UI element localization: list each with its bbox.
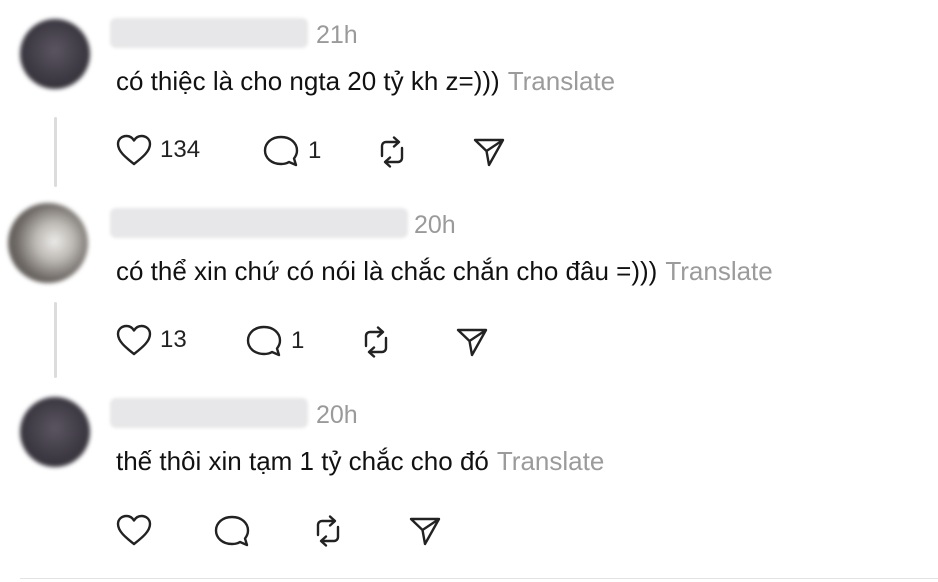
comment-body: có thiệc là cho ngta 20 tỷ kh z=))): [116, 66, 500, 96]
heart-icon: [116, 514, 152, 546]
avatar[interactable]: [20, 19, 90, 89]
like-button[interactable]: [116, 514, 152, 546]
reply-count: 1: [308, 137, 322, 164]
timestamp: 21h: [316, 21, 358, 49]
comment-bubble-icon: [245, 324, 283, 358]
timestamp: 20h: [414, 211, 456, 239]
share-button[interactable]: [408, 515, 442, 547]
share-button[interactable]: [455, 326, 489, 358]
comment-3: 20h thế thôi xin tạm 1 tỷ chắc cho đó Tra…: [0, 380, 938, 578]
like-count: 13: [160, 326, 187, 353]
reply-button[interactable]: [213, 514, 251, 548]
reply-count: 1: [291, 327, 305, 354]
avatar[interactable]: [8, 203, 88, 283]
translate-link[interactable]: Translate: [665, 256, 772, 286]
translate-link[interactable]: Translate: [497, 446, 604, 476]
send-icon: [455, 326, 489, 358]
comment-text: có thể xin chứ có nói là chắc chắn cho đ…: [116, 256, 773, 287]
username-blurred[interactable]: [110, 18, 308, 48]
thread-line: [54, 117, 57, 187]
username-blurred[interactable]: [110, 398, 308, 428]
reply-button[interactable]: 1: [262, 134, 321, 168]
timestamp: 20h: [316, 401, 358, 429]
heart-icon: [116, 134, 152, 166]
heart-icon: [116, 324, 152, 356]
reply-button[interactable]: 1: [245, 324, 304, 358]
comment-1: 21h có thiệc là cho ngta 20 tỷ kh z=))) T…: [0, 0, 938, 190]
share-button[interactable]: [472, 136, 506, 168]
like-button[interactable]: 13: [116, 324, 187, 356]
username-blurred[interactable]: [110, 208, 408, 238]
comment-body: thế thôi xin tạm 1 tỷ chắc cho đó: [116, 446, 489, 476]
comment-text: có thiệc là cho ngta 20 tỷ kh z=))) Trans…: [116, 66, 615, 97]
translate-link[interactable]: Translate: [508, 66, 615, 96]
repost-icon: [358, 324, 394, 360]
like-count: 134: [160, 136, 201, 163]
repost-button[interactable]: [310, 513, 346, 549]
repost-button[interactable]: [358, 324, 394, 360]
thread-line: [54, 302, 57, 378]
comment-bubble-icon: [262, 134, 300, 168]
comment-body: có thể xin chứ có nói là chắc chắn cho đ…: [116, 256, 658, 286]
comment-2: 20h có thể xin chứ có nói là chắc chắn c…: [0, 190, 938, 380]
avatar[interactable]: [20, 397, 90, 467]
divider: [20, 578, 938, 579]
like-button[interactable]: 134: [116, 134, 200, 166]
comment-text: thế thôi xin tạm 1 tỷ chắc cho đó Transla…: [116, 446, 604, 477]
comment-bubble-icon: [213, 514, 251, 548]
send-icon: [408, 515, 442, 547]
repost-button[interactable]: [374, 134, 410, 170]
send-icon: [472, 136, 506, 168]
repost-icon: [310, 513, 346, 549]
repost-icon: [374, 134, 410, 170]
